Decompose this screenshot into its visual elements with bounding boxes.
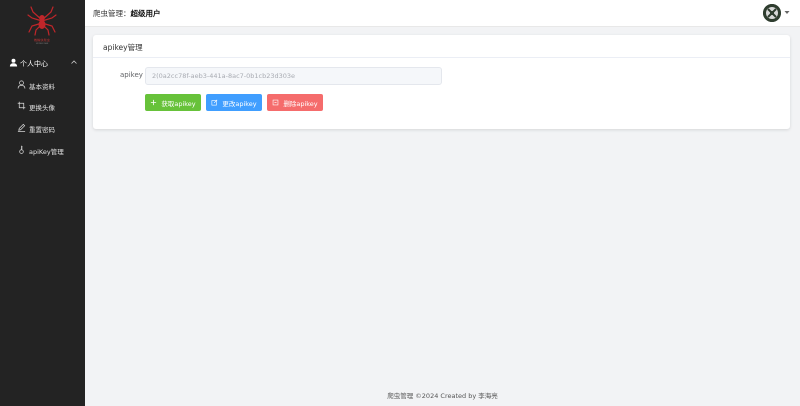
sidebar-item-reset-password[interactable]: 重置密码 [0, 119, 85, 137]
caret-down-icon[interactable] [784, 10, 790, 15]
avatar-image-icon [763, 4, 781, 22]
plus-icon [151, 99, 157, 106]
spider-logo-icon [27, 6, 57, 36]
apikey-label: apikey [120, 71, 143, 79]
edit-pen-icon [17, 123, 26, 132]
update-apikey-label: 更改apikey [222, 99, 257, 108]
apikey-card: apikey管理 apikey 获取apikey 更改apikey 删除apik… [93, 35, 790, 129]
get-apikey-button[interactable]: 获取apikey [145, 94, 201, 111]
sidebar-item-label: 基本资料 [29, 83, 55, 91]
user-outline-icon [17, 80, 26, 89]
delete-apikey-label: 删除apikey [283, 99, 318, 108]
sidebar: 蜘蛛侠爬虫 SPIDER MAN 个人中心 基本资料 更换头像 重置密码 api… [0, 0, 85, 406]
card-title: apikey管理 [103, 43, 143, 52]
menu-group-label: 个人中心 [20, 60, 48, 68]
delete-apikey-button[interactable]: 删除apikey [267, 94, 323, 111]
sidebar-item-apikey[interactable]: apiKey管理 [0, 141, 85, 159]
delete-icon [273, 99, 279, 106]
edit-icon [211, 99, 218, 106]
key-icon [19, 145, 24, 154]
top-header: 爬虫管理：超级用户 [85, 0, 800, 27]
card-header: apikey管理 [93, 35, 790, 58]
apikey-input[interactable] [145, 67, 442, 85]
chevron-up-icon [71, 60, 77, 64]
breadcrumb-prefix: 爬虫管理： [93, 9, 131, 18]
footer: 爬虫管理 ©2024 Created by 李海亮 [387, 392, 498, 400]
sidebar-item-label: 重置密码 [29, 126, 55, 134]
sidebar-item-avatar[interactable]: 更换头像 [0, 97, 85, 115]
user-icon [9, 58, 18, 67]
logo-text: 蜘蛛侠爬虫 [33, 38, 50, 42]
crop-icon [17, 101, 26, 110]
logo-subtext: SPIDER MAN [35, 43, 49, 45]
sidebar-item-label: 更换头像 [29, 104, 55, 112]
breadcrumb-user: 超级用户 [130, 9, 161, 18]
breadcrumb: 爬虫管理：超级用户 [93, 8, 161, 19]
menu-group-personal-center[interactable]: 个人中心 [0, 54, 85, 72]
sidebar-item-profile[interactable]: 基本资料 [0, 76, 85, 94]
logo[interactable]: 蜘蛛侠爬虫 SPIDER MAN [26, 6, 58, 46]
update-apikey-button[interactable]: 更改apikey [206, 94, 262, 111]
get-apikey-label: 获取apikey [161, 99, 196, 108]
avatar[interactable] [763, 4, 781, 22]
sidebar-item-label: apiKey管理 [29, 148, 64, 156]
